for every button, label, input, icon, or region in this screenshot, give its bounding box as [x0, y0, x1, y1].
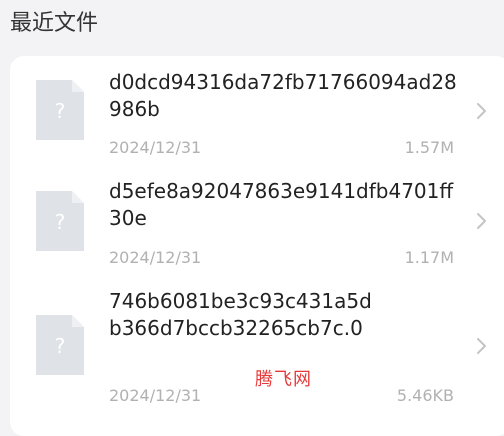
svg-text:?: ?: [55, 210, 66, 234]
unknown-file-icon: ?: [36, 191, 84, 251]
file-item[interactable]: ? d0dcd94316da72fb71766094ad28986b 2024/…: [10, 56, 504, 178]
file-name: d0dcd94316da72fb71766094ad28986b: [109, 70, 457, 121]
unknown-file-icon: ?: [36, 315, 84, 375]
chevron-right-icon: [475, 100, 489, 122]
file-size: 5.46KB: [396, 386, 454, 405]
file-size: 1.17M: [404, 248, 454, 267]
file-size: 1.57M: [404, 138, 454, 157]
watermark: 腾飞网: [255, 369, 312, 390]
svg-text:?: ?: [55, 334, 66, 358]
file-item[interactable]: ? d5efe8a92047863e9141dfb4701ff30e 2024/…: [10, 178, 504, 288]
section-title: 最近文件: [10, 11, 99, 36]
file-name: d5efe8a92047863e9141dfb4701ff30e: [109, 179, 454, 230]
file-date: 2024/12/31: [109, 386, 202, 405]
file-name: 746b6081be3c93c431a5db366d7bccb32265cb7c…: [109, 289, 372, 340]
unknown-file-icon: ?: [36, 80, 84, 140]
chevron-right-icon: [475, 210, 489, 232]
file-date: 2024/12/31: [109, 248, 202, 267]
file-item[interactable]: ? 746b6081be3c93c431a5db366d7bccb32265cb…: [10, 288, 504, 418]
chevron-right-icon: [475, 335, 489, 357]
file-date: 2024/12/31: [109, 138, 202, 157]
svg-text:?: ?: [55, 99, 66, 123]
